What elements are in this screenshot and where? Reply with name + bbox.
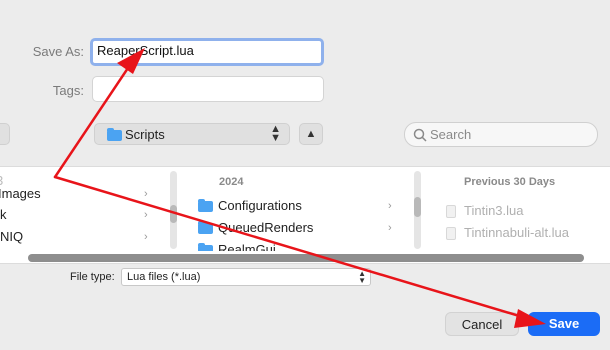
tags-label: Tags:: [52, 83, 84, 98]
list-item[interactable]: QueuedRenders: [198, 217, 313, 239]
chevron-right-icon: ›: [144, 231, 148, 243]
column-header: Previous 30 Days: [464, 176, 556, 188]
back-button[interactable]: [0, 123, 10, 145]
cancel-button[interactable]: Cancel: [445, 312, 519, 336]
filename-input[interactable]: ReaperScript.lua: [90, 38, 324, 66]
folder-icon: [198, 221, 213, 235]
location-popup[interactable]: Scripts ▲ ▼: [94, 123, 290, 145]
file-icon: [446, 227, 456, 241]
folder-icon: [107, 128, 122, 141]
chevron-right-icon: ›: [388, 222, 392, 234]
scrollbar-thumb[interactable]: [170, 205, 177, 223]
column-header: 2024: [219, 176, 244, 188]
list-item[interactable]: Images: [0, 183, 41, 205]
scrollbar-thumb[interactable]: [414, 197, 421, 217]
chevron-updown-icon: ▲ ▼: [270, 123, 281, 144]
chevron-right-icon: ›: [144, 188, 148, 200]
middle-column: 2024 Configurations QueuedRenders RealmG…: [182, 167, 407, 251]
save-button[interactable]: Save: [528, 312, 600, 336]
folder-icon: [198, 243, 213, 251]
tags-input[interactable]: [92, 76, 324, 102]
search-field[interactable]: Search: [404, 122, 598, 147]
file-icon: [446, 205, 456, 219]
list-item: Tintin3.lua: [446, 200, 524, 222]
chevron-updown-icon: ▲ ▼: [358, 269, 366, 285]
file-browser: 3 Images k NIQ › › › 2024 Configurations…: [0, 166, 610, 264]
left-column: 3 Images k NIQ › › ›: [0, 167, 165, 251]
middle-scrollbar[interactable]: [414, 171, 421, 249]
list-item[interactable]: NIQ: [0, 226, 23, 248]
left-scrollbar[interactable]: [170, 171, 177, 249]
search-icon: [413, 123, 427, 155]
horizontal-scrollbar[interactable]: [28, 254, 584, 262]
search-placeholder: Search: [430, 127, 472, 142]
chevron-right-icon: ›: [144, 209, 148, 221]
folder-icon: [198, 199, 213, 213]
file-type-value: Lua files (*.lua): [127, 271, 201, 283]
list-item[interactable]: RealmGui: [198, 239, 276, 251]
list-item[interactable]: k: [0, 204, 7, 226]
location-label: Scripts: [125, 127, 165, 142]
list-item: Tintinnabuli-alt.lua: [446, 222, 569, 244]
file-type-label: File type:: [70, 271, 115, 283]
right-column: Previous 30 Days Tintin3.lua Tintinnabul…: [426, 167, 610, 251]
list-item[interactable]: Configurations: [198, 195, 302, 217]
save-as-label: Save As:: [32, 44, 84, 59]
expand-collapse-button[interactable]: ▲: [299, 123, 323, 145]
file-type-select[interactable]: Lua files (*.lua) ▲ ▼: [121, 268, 371, 286]
scrollbar-thumb[interactable]: [28, 254, 584, 262]
chevron-right-icon: ›: [388, 200, 392, 212]
